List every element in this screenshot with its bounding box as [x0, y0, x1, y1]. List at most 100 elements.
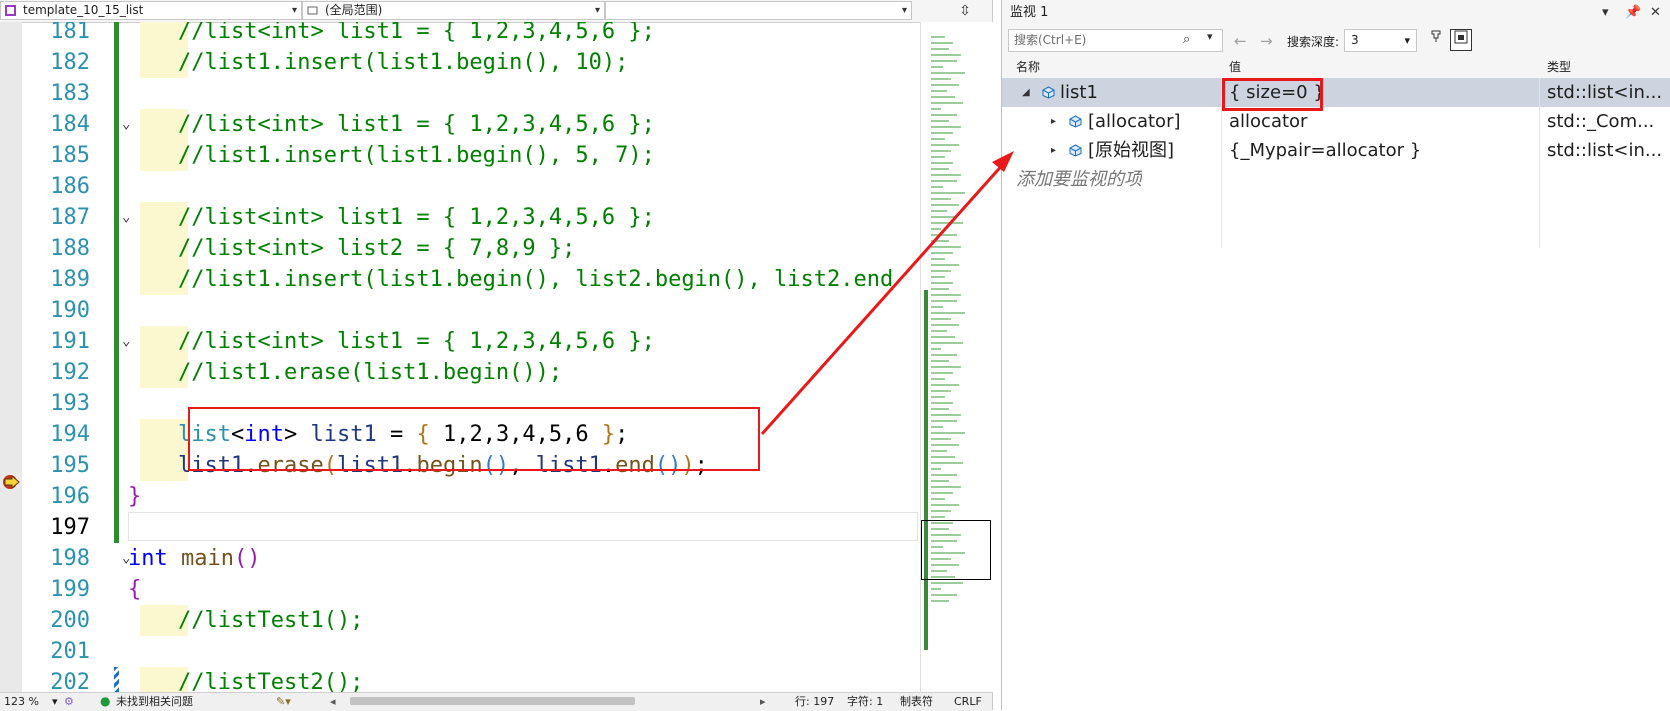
minimap-line — [931, 480, 949, 482]
minimap-line — [931, 534, 961, 536]
code-line[interactable]: 199 { — [22, 574, 919, 605]
breakpoint-gutter[interactable] — [0, 22, 22, 692]
watch-row[interactable]: ▸ [原始视图] {_Mypair=allocator } std::list<… — [1002, 136, 1670, 165]
execution-pointer-icon — [3, 474, 20, 490]
intellicode-icon[interactable]: ⚙ — [64, 693, 74, 710]
minimap-line — [931, 528, 949, 530]
minimap-line — [931, 264, 959, 266]
watch-row[interactable]: ▸ [allocator] allocator std::_Com... — [1002, 107, 1670, 136]
expand-triangle-icon[interactable]: ▸ — [1051, 136, 1056, 165]
search-icon[interactable]: ⌕ — [1183, 32, 1190, 47]
minimap-line — [931, 300, 957, 302]
add-watch-row[interactable]: 添加要监视的项 — [1002, 165, 1670, 194]
project-dropdown-label: template_10_15_list — [23, 3, 144, 17]
eol-indicator[interactable]: CRLF — [954, 693, 982, 710]
code-line[interactable]: 196} — [22, 481, 919, 512]
horizontal-scrollbar-thumb[interactable] — [350, 697, 635, 705]
fold-chevron-icon[interactable]: ⌄ — [122, 326, 136, 357]
code-line[interactable]: 182 //list1.insert(list1.begin(), 10); — [22, 47, 919, 78]
code-line[interactable]: 181 //list<int> list1 = { 1,2,3,4,5,6 }; — [22, 22, 919, 47]
minimap-line — [931, 396, 945, 398]
code-line[interactable]: 185 //list1.insert(list1.begin(), 5, 7); — [22, 140, 919, 171]
code-line[interactable]: 183 — [22, 78, 919, 109]
search-depth-select[interactable]: 3 ▾ — [1344, 29, 1417, 52]
pin-watch-icon[interactable] — [1425, 29, 1447, 51]
scroll-right-icon[interactable]: ▸ — [760, 693, 766, 710]
watch-search-input[interactable]: 搜索(Ctrl+E) — [1008, 29, 1223, 52]
char-indicator[interactable]: 字符: 1 — [847, 693, 883, 710]
code-line[interactable]: 200 //listTest1(); — [22, 605, 919, 636]
member-dropdown[interactable]: ▾ — [605, 1, 912, 20]
brush-icon[interactable]: ✎▾ — [276, 693, 291, 710]
code-line[interactable]: 198 ⌄ int main() — [22, 543, 919, 574]
code-token: //list<int> list1 = { 1,2,3,4,5,6 }; — [178, 22, 655, 44]
line-number: 187 — [50, 205, 90, 230]
watch-name: list1 — [1060, 82, 1098, 103]
minimap-line — [931, 66, 943, 68]
zoom-level[interactable]: 123 % — [4, 693, 39, 710]
scope-dropdown[interactable]: (全局范围) ▾ — [302, 1, 605, 20]
minimap-line — [931, 78, 951, 80]
minimap-scrollbar[interactable] — [920, 22, 993, 692]
watch-value[interactable]: allocator — [1229, 107, 1539, 136]
fold-chevron-icon[interactable]: ⌄ — [122, 109, 136, 140]
column-divider[interactable] — [1539, 78, 1540, 248]
code-area[interactable]: 181//list<int> list1 = { 1,2,3,4,5,6 }; 1… — [22, 22, 919, 692]
code-token: //list1.erase(list1.begin()); — [178, 360, 563, 385]
code-token: //listTest2(); — [178, 670, 364, 692]
code-line[interactable]: 188 //list<int> list2 = { 7,8,9 }; — [22, 233, 919, 264]
code-editor[interactable]: template_10_15_list ▾ (全局范围) ▾ ▾ ⇳ 181 //… — [0, 0, 993, 711]
watch-type: std::_Com... — [1547, 111, 1655, 132]
minimap-line — [931, 132, 953, 134]
project-dropdown[interactable]: template_10_15_list ▾ — [0, 1, 302, 20]
code-line[interactable]: 191 ⌄ //list<int> list1 = { 1,2,3,4,5,6 }; — [22, 326, 919, 357]
forward-arrow-icon[interactable]: → — [1260, 32, 1273, 50]
code-line[interactable]: 184 ⌄ //list<int> list1 = { 1,2,3,4,5,6 }; — [22, 109, 919, 140]
code-line[interactable]: 190 — [22, 295, 919, 326]
code-token: () — [233, 546, 261, 571]
chevron-down-icon[interactable]: ▾ — [52, 693, 58, 710]
code-line[interactable]: 201 — [22, 636, 919, 667]
code-line[interactable]: 189 //list1.insert(list1.begin(), list2.b… — [22, 264, 919, 295]
pin-icon[interactable]: 📌 — [1625, 0, 1641, 26]
change-indicator — [114, 22, 119, 47]
tabs-indicator[interactable]: 制表符 — [900, 693, 933, 710]
scroll-left-icon[interactable]: ◂ — [330, 693, 336, 710]
minimap-line — [931, 162, 953, 164]
watch-value[interactable]: {_Mypair=allocator } — [1229, 136, 1539, 165]
column-header-value[interactable]: 值 — [1229, 56, 1241, 78]
minimap-line — [931, 564, 959, 566]
hex-display-icon[interactable] — [1450, 29, 1472, 51]
minimap-line — [931, 270, 951, 272]
minimap-line — [931, 324, 959, 326]
minimap-line — [931, 306, 943, 308]
minimap-line — [931, 330, 947, 332]
minimap-line — [931, 84, 959, 86]
collapse-triangle-icon[interactable]: ◢ — [1022, 78, 1030, 107]
add-watch-placeholder[interactable]: 添加要监视的项 — [1016, 165, 1142, 194]
expand-triangle-icon[interactable]: ▸ — [1051, 107, 1056, 136]
split-icon[interactable]: ⇳ — [950, 2, 980, 20]
column-header-type[interactable]: 类型 — [1547, 56, 1571, 78]
watch-row[interactable]: ◢ list1 { size=0 } std::list<in... — [1002, 78, 1670, 107]
code-line[interactable]: 192 //list1.erase(list1.begin()); — [22, 357, 919, 388]
line-number: 198 — [50, 546, 90, 571]
line-indicator[interactable]: 行: 197 — [795, 693, 834, 710]
back-arrow-icon[interactable]: ← — [1234, 32, 1247, 50]
chevron-down-icon[interactable]: ▾ — [1207, 30, 1213, 43]
line-number: 196 — [50, 484, 90, 509]
line-number: 189 — [50, 267, 90, 292]
fold-chevron-icon[interactable]: ⌄ — [122, 202, 136, 233]
issues-status[interactable]: 未找到相关问题 — [116, 693, 193, 710]
column-header-name[interactable]: 名称 — [1016, 56, 1040, 78]
scope-icon — [307, 6, 318, 15]
minimap-line — [931, 150, 951, 152]
close-icon[interactable]: ✕ — [1650, 0, 1661, 26]
minimap-line — [931, 438, 951, 440]
code-line[interactable]: 187 ⌄ //list<int> list1 = { 1,2,3,4,5,6 }; — [22, 202, 919, 233]
dropdown-icon[interactable]: ▾ — [1602, 0, 1609, 26]
code-line[interactable]: 186 — [22, 171, 919, 202]
line-number: 200 — [50, 608, 90, 633]
code-line[interactable]: 202 //listTest2(); — [22, 667, 919, 692]
watch-name: [allocator] — [1088, 111, 1181, 132]
